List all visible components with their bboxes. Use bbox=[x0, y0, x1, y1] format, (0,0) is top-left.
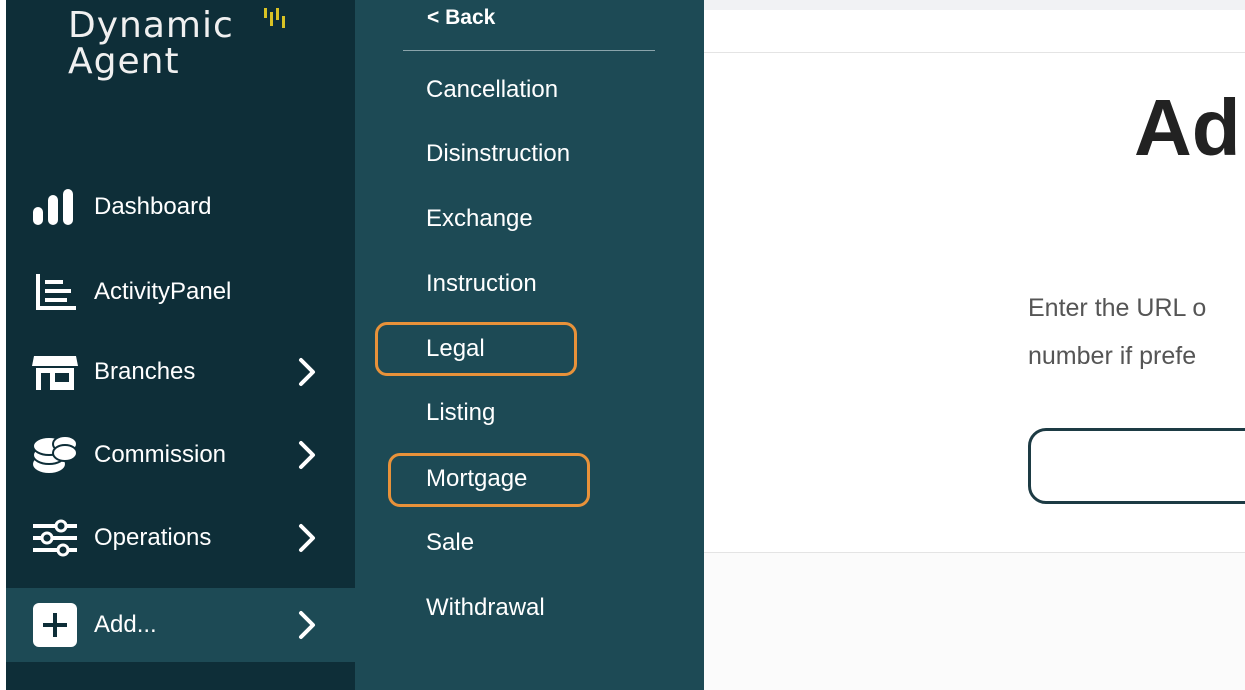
submenu-item-exchange[interactable]: Exchange bbox=[426, 205, 533, 233]
activity-list-icon bbox=[28, 269, 82, 315]
submenu-item-listing[interactable]: Listing bbox=[426, 399, 495, 427]
sidebar: Dynamic Agent Dashboard ActivityPanel Br… bbox=[6, 0, 355, 690]
submenu-item-cancellation[interactable]: Cancellation bbox=[426, 76, 558, 104]
sidebar-item-operations[interactable]: Operations bbox=[6, 505, 355, 571]
url-input[interactable] bbox=[1028, 428, 1245, 504]
chevron-right-icon bbox=[294, 518, 320, 558]
logo-line-1: Dynamic bbox=[68, 5, 234, 46]
back-link[interactable]: < Back bbox=[427, 6, 495, 30]
sidebar-item-commission[interactable]: Commission bbox=[6, 422, 355, 488]
divider bbox=[704, 52, 1245, 53]
submenu-item-sale[interactable]: Sale bbox=[426, 529, 474, 557]
sliders-icon bbox=[28, 515, 82, 561]
sidebar-item-label: ActivityPanel bbox=[94, 278, 232, 305]
highlight-mortgage bbox=[388, 453, 590, 507]
main-content: Ad Enter the URL o number if prefe bbox=[704, 0, 1245, 690]
top-strip bbox=[704, 0, 1245, 10]
bar-chart-icon bbox=[28, 184, 82, 230]
chevron-right-icon bbox=[294, 435, 320, 475]
sidebar-item-activitypanel[interactable]: ActivityPanel bbox=[6, 259, 355, 325]
add-submenu: < Back Cancellation Disinstruction Excha… bbox=[355, 0, 704, 690]
lower-panel bbox=[704, 553, 1245, 690]
sidebar-item-branches[interactable]: Branches bbox=[6, 339, 355, 405]
logo-bars-icon bbox=[264, 8, 285, 28]
submenu-item-instruction[interactable]: Instruction bbox=[426, 270, 537, 298]
submenu-item-withdrawal[interactable]: Withdrawal bbox=[426, 594, 545, 622]
plus-icon bbox=[28, 602, 82, 648]
sidebar-item-add[interactable]: Add... bbox=[6, 588, 355, 662]
page-title: Ad bbox=[1134, 83, 1241, 172]
sidebar-item-dashboard[interactable]: Dashboard bbox=[6, 174, 355, 240]
submenu-divider bbox=[403, 50, 655, 51]
sidebar-item-label: Branches bbox=[94, 358, 196, 385]
coins-icon bbox=[28, 432, 82, 478]
chevron-right-icon bbox=[294, 605, 320, 645]
logo-line-2: Agent bbox=[68, 41, 180, 82]
sidebar-item-label: Dashboard bbox=[94, 193, 212, 220]
sidebar-item-label: Operations bbox=[94, 524, 212, 551]
sidebar-item-label: Commission bbox=[94, 441, 227, 468]
highlight-legal bbox=[375, 322, 577, 376]
chevron-right-icon bbox=[294, 352, 320, 392]
submenu-item-disinstruction[interactable]: Disinstruction bbox=[426, 140, 570, 168]
storefront-icon bbox=[28, 349, 82, 395]
description-line-2: number if prefe bbox=[1028, 342, 1197, 370]
sidebar-item-label: Add... bbox=[94, 611, 157, 638]
description-line-1: Enter the URL o bbox=[1028, 294, 1207, 322]
dynamic-agent-logo[interactable]: Dynamic Agent bbox=[68, 8, 328, 118]
